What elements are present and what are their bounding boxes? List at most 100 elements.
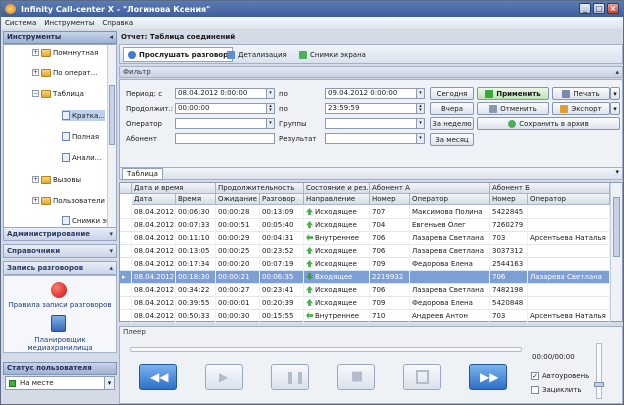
column-header[interactable]: Дата xyxy=(132,194,176,205)
save-audio-button[interactable] xyxy=(403,364,441,390)
seek-slider[interactable] xyxy=(130,347,522,352)
expand-icon[interactable]: + xyxy=(32,176,39,183)
print-button[interactable]: Печать xyxy=(552,87,610,100)
listen-call-button[interactable]: Прослушать разговор xyxy=(123,47,234,62)
pin-icon[interactable]: ◂ xyxy=(109,32,113,43)
close-icon[interactable]: × xyxy=(607,3,619,14)
month-button[interactable]: За месяц xyxy=(430,133,474,146)
today-button[interactable]: Сегодня xyxy=(430,87,474,100)
tree-item-by-operator[interactable]: + По операт... xyxy=(32,67,97,78)
chevron-down-icon[interactable]: ▾ xyxy=(104,377,114,389)
groups-select[interactable]: ▾ xyxy=(325,118,425,129)
table-row[interactable]: 08.04.2012 00:50:33 00:00:30 00:15:55 Внутре… xyxy=(120,310,610,323)
user-status-select[interactable]: На месте ▾ xyxy=(5,376,115,390)
tree-item-short[interactable]: Кратка... xyxy=(62,110,105,121)
export-dropdown-icon[interactable]: ▾ xyxy=(610,102,620,115)
forward-button[interactable]: ▶▶ xyxy=(469,364,507,390)
period-to-field[interactable]: 09.04.2012 0:00:00 ▾ xyxy=(325,88,425,99)
screenshots-button[interactable]: Снимки экрана xyxy=(295,47,370,62)
chevron-down-icon[interactable]: ▾ xyxy=(266,119,274,128)
tree-item-analytics[interactable]: Анали... xyxy=(62,152,101,163)
expand-icon[interactable]: + xyxy=(32,69,39,76)
column-header[interactable]: Оператор xyxy=(528,194,610,205)
yesterday-button[interactable]: Вчера xyxy=(430,102,474,115)
volume-thumb[interactable] xyxy=(594,382,604,387)
volume-slider[interactable] xyxy=(594,343,604,399)
outgoing-arrow-icon xyxy=(306,299,313,306)
print-dropdown-icon[interactable]: ▾ xyxy=(610,87,620,100)
tree-item-minutes[interactable]: + Помннутная xyxy=(32,47,98,58)
week-button[interactable]: За неделю xyxy=(430,117,474,130)
scroll-thumb[interactable] xyxy=(613,197,620,257)
tree-item-calls[interactable]: + Вызовы xyxy=(32,174,81,185)
operator-select[interactable]: ▾ xyxy=(175,118,275,129)
minimize-icon[interactable]: _ xyxy=(579,3,591,14)
subscriber-field[interactable] xyxy=(175,133,275,144)
expand-icon[interactable]: + xyxy=(32,49,39,56)
calendar-dropdown-icon[interactable]: ▾ xyxy=(416,89,424,98)
calendar-dropdown-icon[interactable]: ▾ xyxy=(266,89,274,98)
recording-rules-link[interactable]: Правила записи разговоров xyxy=(4,301,116,309)
table-row[interactable]: ▸ 08.04.2012 00:18:30 00:00:21 00:06:35 Входя… xyxy=(120,271,610,284)
table-cell xyxy=(528,245,610,258)
play-button[interactable]: ▶ xyxy=(205,364,243,390)
table-row[interactable]: 08.04.2012 00:17:34 00:00:20 00:07:19 Исходя… xyxy=(120,258,610,271)
collapse-icon[interactable]: − xyxy=(32,90,39,97)
scroll-thumb[interactable] xyxy=(109,85,115,145)
table-row[interactable]: 08.04.2012 00:13:05 00:00:25 00:23:52 Исходя… xyxy=(120,245,610,258)
loop-checkbox[interactable] xyxy=(531,386,539,394)
spinner-icon[interactable]: ▴ ▾ xyxy=(416,104,424,113)
pause-button[interactable]: ❚❚ xyxy=(271,364,309,390)
table-row[interactable]: 08.04.2012 00:06:30 00:00:28 00:13:09 Исходя… xyxy=(120,206,610,219)
menu-system[interactable]: Система xyxy=(1,19,40,27)
table-row[interactable]: 08.04.2012 00:07:33 00:00:51 00:05:40 Исходя… xyxy=(120,219,610,232)
column-header[interactable]: Направление xyxy=(304,194,370,205)
result-select[interactable]: ▾ xyxy=(325,133,425,144)
column-header[interactable]: Номер xyxy=(370,194,410,205)
media-scheduler-link[interactable]: Планировщик медиахранилища xyxy=(4,336,116,352)
column-header[interactable]: Ожидание xyxy=(216,194,260,205)
cancel-button[interactable]: Отменить xyxy=(477,102,549,115)
table-cell: 2219932 xyxy=(370,271,410,284)
tree-item-users[interactable]: + Пользователи xyxy=(32,195,105,206)
menu-help[interactable]: Справка xyxy=(98,19,137,27)
auto-level-checkbox[interactable]: ✓ xyxy=(531,372,539,380)
duration-to-field[interactable]: 23:59:59 ▴ ▾ xyxy=(325,103,425,114)
screenshot-icon xyxy=(299,50,307,59)
column-header[interactable]: Время xyxy=(176,194,216,205)
table-row[interactable]: 08.04.2012 00:11:10 00:00:29 00:04:31 Внутре… xyxy=(120,232,610,245)
column-header[interactable]: Оператор xyxy=(410,194,490,205)
maximize-icon[interactable]: □ xyxy=(593,3,605,14)
outgoing-arrow-icon xyxy=(306,260,313,267)
collapse-icon[interactable]: ▴ xyxy=(615,67,619,77)
details-button[interactable]: Детализация xyxy=(223,47,291,62)
column-header[interactable]: Номер xyxy=(490,194,528,205)
tree-scrollbar[interactable] xyxy=(107,45,116,237)
apply-button[interactable]: Применить xyxy=(477,87,549,100)
calendar-icon[interactable] xyxy=(51,315,66,332)
filter-title: Фильтр xyxy=(123,68,151,76)
export-button[interactable]: Экспорт xyxy=(552,102,610,115)
save-archive-button[interactable]: Сохранить в архив xyxy=(477,117,620,130)
section-directories[interactable]: Справочники ▾ xyxy=(3,244,117,258)
tree-item-table[interactable]: − Таблица xyxy=(32,88,84,99)
period-from-field[interactable]: 08.04.2012 0:00:00 ▾ xyxy=(175,88,275,99)
column-header[interactable]: Разговор xyxy=(260,194,304,205)
tab-table[interactable]: Таблица xyxy=(122,168,163,180)
stop-button[interactable]: ■ xyxy=(337,364,375,390)
menu-tools[interactable]: Инструменты xyxy=(40,19,98,27)
section-call-recording[interactable]: Запись разговоров ▴ xyxy=(3,261,117,275)
spinner-icon[interactable]: ▴ ▾ xyxy=(266,104,274,113)
expand-icon[interactable]: + xyxy=(32,197,39,204)
chevron-down-icon[interactable]: ▾ xyxy=(416,119,424,128)
tree-item-full[interactable]: Полная xyxy=(62,131,99,142)
rewind-button[interactable]: ◀◀ xyxy=(139,364,177,390)
chevron-down-icon[interactable]: ▾ xyxy=(615,168,619,176)
record-icon[interactable] xyxy=(51,282,67,298)
table-row[interactable]: 08.04.2012 00:39:55 00:00:01 00:20:39 Исходя… xyxy=(120,297,610,310)
table-scrollbar[interactable] xyxy=(610,183,622,321)
table-row[interactable]: 08.04.2012 00:34:22 00:00:27 00:23:41 Исходя… xyxy=(120,284,610,297)
chevron-down-icon[interactable]: ▾ xyxy=(416,134,424,143)
duration-from-field[interactable]: 00:00:00 ▴ ▾ xyxy=(175,103,275,114)
section-administration[interactable]: Администрирование ▾ xyxy=(3,227,117,241)
